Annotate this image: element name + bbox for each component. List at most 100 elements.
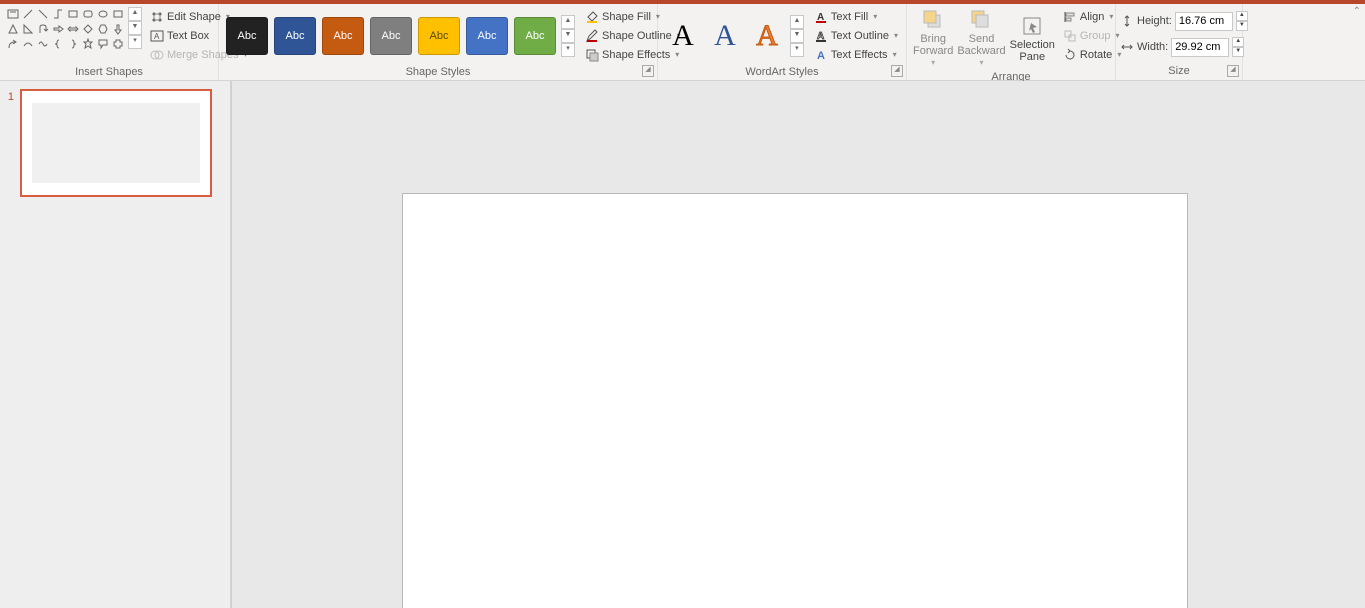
shape-brace-r-icon[interactable] <box>66 37 79 50</box>
slide-number: 1 <box>6 89 14 103</box>
shape-oval-icon[interactable] <box>96 7 109 20</box>
text-fill-button[interactable]: A Text Fill▾ <box>810 7 902 26</box>
wordart-styles-dialog-icon[interactable]: ◢ <box>891 65 903 77</box>
shape-star-icon[interactable] <box>81 37 94 50</box>
style-swatch-7[interactable]: Abc <box>514 17 556 55</box>
selection-pane-button[interactable]: Selection Pane <box>1008 7 1057 69</box>
wordart-more-icon[interactable]: ▾ <box>790 43 804 57</box>
text-box-label: Text Box <box>167 30 209 42</box>
styles-up-icon[interactable]: ▲ <box>561 15 575 29</box>
text-outline-label: Text Outline <box>831 30 889 42</box>
slide-thumbnail-1[interactable] <box>20 89 212 197</box>
shape-callout-icon[interactable] <box>96 37 109 50</box>
text-outline-button[interactable]: A Text Outline▾ <box>810 26 902 45</box>
style-swatch-3[interactable]: Abc <box>322 17 364 55</box>
text-effects-button[interactable]: A Text Effects▾ <box>810 45 902 64</box>
wordart-up-icon[interactable]: ▲ <box>790 15 804 29</box>
shape-rect-icon[interactable] <box>66 7 79 20</box>
workspace: 1 <box>0 81 1365 608</box>
align-icon <box>1063 10 1077 24</box>
text-fill-icon: A <box>814 10 828 24</box>
wordart-style-2[interactable]: A <box>708 16 742 56</box>
shape-styles-group-label: Shape Styles <box>223 64 653 81</box>
slide-thumbnails-panel[interactable]: 1 <box>0 81 231 608</box>
rotate-label: Rotate <box>1080 49 1112 61</box>
text-outline-icon: A <box>814 29 828 43</box>
shape-diamond-icon[interactable] <box>81 22 94 35</box>
rotate-icon <box>1063 48 1077 62</box>
wordart-style-1[interactable]: A <box>666 16 700 56</box>
slide-canvas-area[interactable] <box>231 81 1365 608</box>
shape-hexagon-icon[interactable] <box>96 22 109 35</box>
svg-text:A: A <box>817 50 825 62</box>
style-swatch-6[interactable]: Abc <box>466 17 508 55</box>
width-icon <box>1120 40 1134 54</box>
bring-forward-icon <box>922 9 944 31</box>
style-swatch-5[interactable]: Abc <box>418 17 460 55</box>
shape-line-icon[interactable] <box>21 7 34 20</box>
text-fill-label: Text Fill <box>831 11 868 23</box>
bucket-icon <box>585 10 599 24</box>
align-label: Align <box>1080 11 1104 23</box>
group-insert-shapes: ▲ ▼ ▾ Edit Shape▾ A Text Box Merge Shape… <box>0 4 219 80</box>
style-swatch-2[interactable]: Abc <box>274 17 316 55</box>
send-backward-icon <box>970 9 992 31</box>
shapes-gallery-arrows: ▲ ▼ ▾ <box>128 7 142 49</box>
shapes-more-icon[interactable]: ▾ <box>128 35 142 49</box>
thumbnail-preview <box>32 103 200 183</box>
shape-rtriangle-icon[interactable] <box>21 22 34 35</box>
shape-fill-label: Shape Fill <box>602 11 651 23</box>
wordart-style-3[interactable]: A <box>750 16 784 56</box>
height-icon <box>1120 14 1134 28</box>
shape-line2-icon[interactable] <box>36 7 49 20</box>
size-group-label: Size <box>1120 63 1238 80</box>
shape-roundrect-icon[interactable] <box>81 7 94 20</box>
text-effects-label: Text Effects <box>831 49 888 61</box>
shape-styles-dialog-icon[interactable]: ◢ <box>642 65 654 77</box>
shape-uturn-icon[interactable] <box>36 22 49 35</box>
text-effects-icon: A <box>814 48 828 62</box>
wordart-down-icon[interactable]: ▼ <box>790 29 804 43</box>
styles-down-icon[interactable]: ▼ <box>561 29 575 43</box>
selection-pane-icon <box>1021 15 1043 37</box>
shape-connector-icon[interactable] <box>51 7 64 20</box>
edit-shape-label: Edit Shape <box>167 11 221 23</box>
bring-forward-button[interactable]: Bring Forward▾ <box>911 7 955 69</box>
shape-brace-l-icon[interactable] <box>51 37 64 50</box>
collapse-ribbon-icon[interactable]: ⌃ <box>1353 6 1361 17</box>
width-label: Width: <box>1137 41 1168 53</box>
effects-icon <box>585 48 599 62</box>
shape-styles-arrows: ▲ ▼ ▾ <box>561 15 575 57</box>
size-dialog-icon[interactable]: ◢ <box>1227 65 1239 77</box>
group-size: Height: ▲▼ Width: ▲▼ Size ◢ <box>1116 4 1243 80</box>
shape-triangle-icon[interactable] <box>6 22 19 35</box>
wordart-styles-group-label: WordArt Styles <box>662 64 902 81</box>
svg-text:A: A <box>154 32 160 41</box>
group-shape-styles: Abc Abc Abc Abc Abc Abc Abc ▲ ▼ ▾ Shape … <box>219 4 658 80</box>
style-swatch-1[interactable]: Abc <box>226 17 268 55</box>
shape-arrow-u-icon[interactable] <box>6 37 19 50</box>
shape-plus-icon[interactable] <box>111 37 124 50</box>
shape-rect2-icon[interactable] <box>111 7 124 20</box>
height-label: Height: <box>1137 15 1172 27</box>
send-backward-button[interactable]: Send Backward▾ <box>955 7 1007 69</box>
shape-arrow-d-icon[interactable] <box>111 22 124 35</box>
styles-more-icon[interactable]: ▾ <box>561 43 575 57</box>
ribbon: ▲ ▼ ▾ Edit Shape▾ A Text Box Merge Shape… <box>0 4 1365 81</box>
merge-shapes-icon <box>150 48 164 62</box>
pen-icon <box>585 29 599 43</box>
shape-arrow-lr-icon[interactable] <box>66 22 79 35</box>
shapes-up-icon[interactable]: ▲ <box>128 7 142 21</box>
shape-textbox-icon[interactable] <box>6 7 19 20</box>
shapes-down-icon[interactable]: ▼ <box>128 21 142 35</box>
shape-arrow-r-icon[interactable] <box>51 22 64 35</box>
height-input[interactable] <box>1175 12 1233 31</box>
shapes-gallery[interactable] <box>4 7 126 50</box>
thumbnail-row[interactable]: 1 <box>0 89 230 197</box>
width-input[interactable] <box>1171 38 1229 57</box>
shape-wave-icon[interactable] <box>36 37 49 50</box>
shape-curve-icon[interactable] <box>21 37 34 50</box>
wordart-arrows: ▲ ▼ ▾ <box>790 15 804 57</box>
style-swatch-4[interactable]: Abc <box>370 17 412 55</box>
slide[interactable] <box>402 193 1188 608</box>
